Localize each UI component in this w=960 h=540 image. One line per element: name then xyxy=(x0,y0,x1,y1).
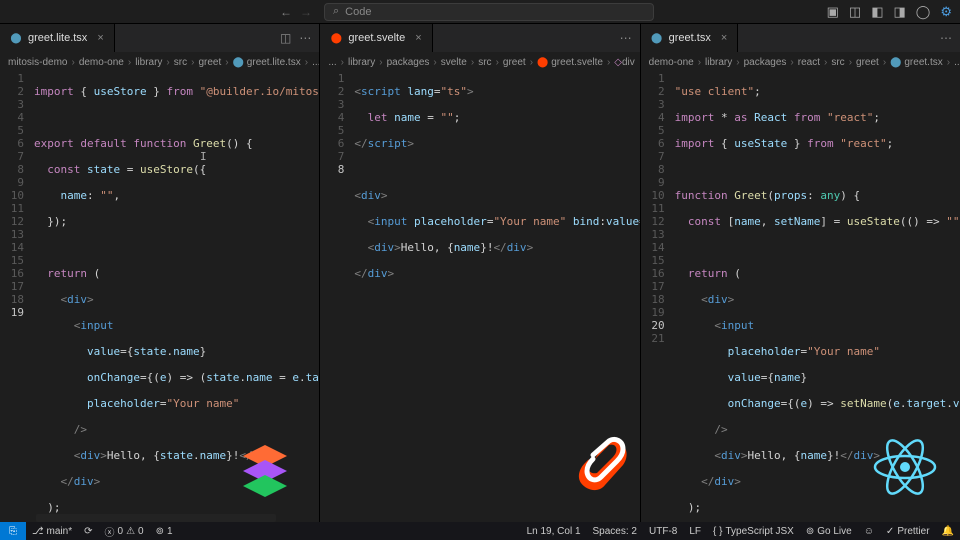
search-icon: ⌕ xyxy=(333,5,339,18)
command-center[interactable]: ⌕ Code xyxy=(324,3,654,21)
horizontal-scrollbar[interactable] xyxy=(36,514,276,522)
problems-status[interactable]: ⓧ0 ⚠0 xyxy=(105,524,144,539)
tab-bar: ⬤ greet.lite.tsx × ◫ ⋯ xyxy=(0,24,319,52)
layout-panel-icon[interactable]: ◫ xyxy=(849,4,861,20)
indentation[interactable]: Spaces: 2 xyxy=(593,526,637,537)
notifications[interactable]: 🔔 xyxy=(942,526,954,537)
broadcast-icon: ⊚ xyxy=(806,526,814,537)
nav-back-icon[interactable]: ← xyxy=(280,5,292,19)
line-gutter: 12345678910111213141516171819 xyxy=(0,72,34,522)
line-gutter: 123456789101112131415161718192021 xyxy=(641,72,675,522)
bell-icon: 🔔 xyxy=(942,526,954,537)
tab-label: greet.tsx xyxy=(669,32,711,44)
nav-forward-icon[interactable]: → xyxy=(300,5,312,19)
tab-label: greet.svelte xyxy=(348,32,405,44)
tab-greet-react[interactable]: ⬤ greet.tsx × xyxy=(641,24,739,52)
layout-toggle-icon[interactable]: ◨ xyxy=(893,4,905,20)
layout-sidebar-icon[interactable]: ◧ xyxy=(871,4,883,20)
search-placeholder: Code xyxy=(345,6,371,18)
text-cursor-icon: I xyxy=(200,150,207,163)
breadcrumb[interactable]: ...› library› packages› svelte› src› gre… xyxy=(320,52,639,72)
tab-bar: ⬤ greet.svelte × ⋯ xyxy=(320,24,639,52)
more-icon[interactable]: ⋯ xyxy=(299,31,311,45)
title-bar: ← → ⌕ Code ▣ ◫ ◧ ◨ ◯ ⚙ xyxy=(0,0,960,24)
cursor-position[interactable]: Ln 19, Col 1 xyxy=(527,526,581,537)
tab-bar: ⬤ greet.tsx × ⋯ xyxy=(641,24,960,52)
feedback-icon: ☺ xyxy=(864,526,874,537)
language-mode[interactable]: { }TypeScript JSX xyxy=(713,526,794,537)
settings-gear-icon[interactable]: ⚙ xyxy=(940,4,952,20)
react-icon: ⬤ xyxy=(651,32,663,44)
eol[interactable]: LF xyxy=(689,526,701,537)
mitosis-logo-icon xyxy=(235,440,295,500)
prettier-status[interactable]: ✓Prettier xyxy=(886,526,930,537)
title-bar-actions: ▣ ◫ ◧ ◨ ◯ ⚙ xyxy=(827,4,952,20)
svelte-logo-icon xyxy=(575,435,630,500)
tab-label: greet.lite.tsx xyxy=(28,32,87,44)
sync-status[interactable]: ⟳ xyxy=(84,526,92,537)
warning-icon: ⚠ xyxy=(126,526,135,537)
split-editor-icon[interactable]: ◫ xyxy=(280,31,291,45)
breadcrumb[interactable]: demo-one› library› packages› react› src›… xyxy=(641,52,960,72)
close-icon[interactable]: × xyxy=(415,32,421,44)
radio-icon: ⊚ xyxy=(156,526,164,537)
close-icon[interactable]: × xyxy=(97,32,103,44)
tab-greet-svelte[interactable]: ⬤ greet.svelte × xyxy=(320,24,432,52)
close-icon[interactable]: × xyxy=(721,32,727,44)
ports-status[interactable]: ⊚1 xyxy=(156,526,173,537)
typescript-icon: ⬤ xyxy=(10,32,22,44)
svelte-icon: ⬤ xyxy=(330,32,342,44)
react-logo-icon xyxy=(870,435,940,500)
account-icon[interactable]: ◯ xyxy=(916,4,931,20)
layout-primary-icon[interactable]: ▣ xyxy=(827,4,839,20)
remote-indicator[interactable]: ⎘ xyxy=(0,522,26,540)
encoding[interactable]: UTF-8 xyxy=(649,526,677,537)
braces-icon: { } xyxy=(713,526,722,537)
breadcrumb[interactable]: mitosis-demo› demo-one› library› src› gr… xyxy=(0,52,319,72)
git-branch-icon: ⎇ xyxy=(32,526,44,537)
tab-greet-lite[interactable]: ⬤ greet.lite.tsx × xyxy=(0,24,115,52)
sync-icon: ⟳ xyxy=(84,526,92,537)
feedback[interactable]: ☺ xyxy=(864,526,874,537)
more-icon[interactable]: ⋯ xyxy=(620,31,632,45)
line-gutter: 12345678 xyxy=(320,72,354,522)
check-icon: ✓ xyxy=(886,526,894,537)
branch-status[interactable]: ⎇main* xyxy=(32,526,72,537)
go-live[interactable]: ⊚Go Live xyxy=(806,526,852,537)
status-bar: ⎘ ⎇main* ⟳ ⓧ0 ⚠0 ⊚1 Ln 19, Col 1 Spaces:… xyxy=(0,522,960,540)
more-icon[interactable]: ⋯ xyxy=(940,31,952,45)
error-icon: ⓧ xyxy=(105,524,115,539)
workspace: ⬤ greet.lite.tsx × ◫ ⋯ mitosis-demo› dem… xyxy=(0,24,960,522)
